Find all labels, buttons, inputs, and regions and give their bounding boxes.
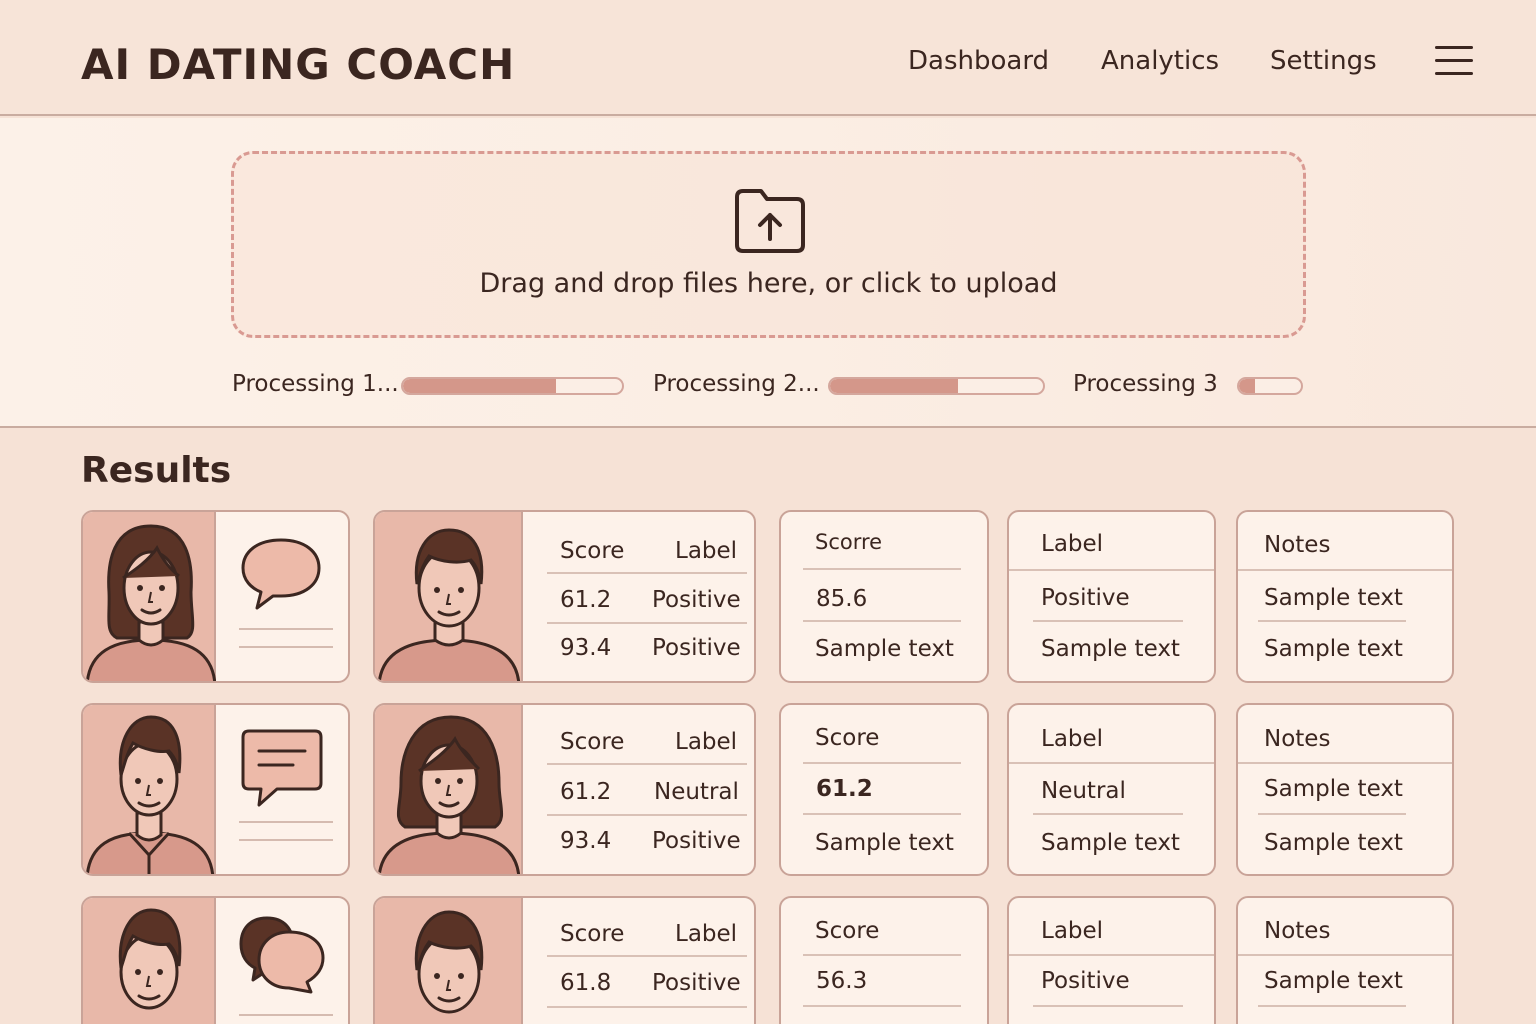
notes-card[interactable]: Notes Sample text Sample text bbox=[1236, 510, 1454, 683]
table-header-score: Score bbox=[560, 921, 625, 947]
notes-card-text: Sample text bbox=[1264, 636, 1403, 662]
app-title: AI DATING COACH bbox=[81, 40, 516, 89]
score-card-value: 61.2 bbox=[816, 776, 873, 802]
table-header-label: Label bbox=[675, 729, 738, 755]
table-cell-label: Neutral bbox=[654, 779, 739, 805]
score-card[interactable]: Scorre 85.6 Sample text bbox=[779, 510, 989, 683]
avatar bbox=[83, 898, 216, 1024]
results-title: Results bbox=[81, 450, 232, 491]
notes-card[interactable]: Notes Sample text Sample text bbox=[1236, 703, 1454, 876]
score-card-value: 85.6 bbox=[816, 586, 868, 612]
nav-settings[interactable]: Settings bbox=[1270, 46, 1377, 76]
progress-bar-2 bbox=[828, 377, 1045, 395]
progress-bar-3 bbox=[1237, 377, 1303, 395]
table-header-label: Label bbox=[675, 538, 738, 564]
label-card-value: Neutral bbox=[1041, 778, 1126, 804]
score-card-header: Scorre bbox=[815, 530, 883, 554]
speech-bubble-icon bbox=[241, 538, 321, 610]
table-cell-label: Positive bbox=[652, 587, 741, 613]
upload-dropzone[interactable]: Drag and drop files here, or click to up… bbox=[231, 151, 1306, 338]
label-card-value: Positive bbox=[1041, 968, 1130, 994]
upload-section: Drag and drop files here, or click to up… bbox=[0, 118, 1536, 428]
table-header-score: Score bbox=[560, 729, 625, 755]
notes-card-value: Sample text bbox=[1264, 968, 1403, 994]
folder-upload-icon bbox=[735, 189, 805, 253]
man-avatar-icon bbox=[414, 910, 484, 1014]
man-collar-avatar-icon bbox=[85, 715, 214, 874]
progress-label-3: Processing 3 bbox=[1073, 371, 1218, 397]
table-header-score: Score bbox=[560, 538, 625, 564]
notes-card-header: Notes bbox=[1264, 726, 1331, 752]
label-card-text: Sample text bbox=[1041, 830, 1180, 856]
table-cell-label: Positive bbox=[652, 635, 741, 661]
progress-fill-1 bbox=[403, 379, 557, 393]
result-score-table-card[interactable]: Score Label 61.2 Neutral 93.4 Positive bbox=[373, 703, 756, 876]
table-cell-score: 93.4 bbox=[560, 828, 612, 854]
label-card-header: Label bbox=[1041, 918, 1104, 944]
avatar bbox=[375, 705, 523, 874]
avatar bbox=[83, 705, 216, 874]
score-card[interactable]: Score 61.2 Sample text bbox=[779, 703, 989, 876]
notes-card-value: Sample text bbox=[1264, 776, 1403, 802]
label-card[interactable]: Label Positive Sample text bbox=[1007, 510, 1216, 683]
label-card-header: Label bbox=[1041, 726, 1104, 752]
score-card-header: Score bbox=[815, 918, 880, 944]
result-score-table-card[interactable]: Score Label 61.8 Positive bbox=[373, 896, 756, 1024]
notes-card[interactable]: Notes Sample text bbox=[1236, 896, 1454, 1024]
table-header-label: Label bbox=[675, 921, 738, 947]
notes-card-header: Notes bbox=[1264, 532, 1331, 558]
progress-fill-3 bbox=[1239, 379, 1255, 393]
nav-dashboard[interactable]: Dashboard bbox=[908, 46, 1049, 76]
man-avatar-icon bbox=[378, 528, 520, 681]
avatar bbox=[83, 512, 216, 681]
woman-avatar-icon bbox=[86, 524, 216, 681]
progress-bar-1 bbox=[401, 377, 624, 395]
table-cell-score: 61.2 bbox=[560, 587, 612, 613]
label-card-value: Positive bbox=[1041, 585, 1130, 611]
result-profile-card[interactable] bbox=[81, 510, 350, 683]
table-cell-score: 93.4 bbox=[560, 635, 612, 661]
table-cell-score: 61.2 bbox=[560, 779, 612, 805]
avatar bbox=[375, 512, 523, 681]
label-card-header: Label bbox=[1041, 531, 1104, 557]
notes-card-value: Sample text bbox=[1264, 585, 1403, 611]
progress-fill-2 bbox=[830, 379, 958, 393]
double-bubble-icon bbox=[239, 916, 325, 994]
score-card-text: Sample text bbox=[815, 830, 954, 856]
result-profile-card[interactable] bbox=[81, 703, 350, 876]
progress-label-2: Processing 2... bbox=[653, 371, 820, 397]
table-cell-label: Positive bbox=[652, 970, 741, 996]
label-card-text: Sample text bbox=[1041, 636, 1180, 662]
score-card-value: 56.3 bbox=[816, 968, 868, 994]
nav-analytics[interactable]: Analytics bbox=[1101, 46, 1219, 76]
label-card[interactable]: Label Positive bbox=[1007, 896, 1216, 1024]
label-card[interactable]: Label Neutral Sample text bbox=[1007, 703, 1216, 876]
notes-card-text: Sample text bbox=[1264, 830, 1403, 856]
result-profile-card[interactable] bbox=[81, 896, 350, 1024]
notes-card-header: Notes bbox=[1264, 918, 1331, 944]
score-card-header: Score bbox=[815, 725, 880, 751]
avatar bbox=[375, 898, 523, 1024]
result-score-table-card[interactable]: Score Label 61.2 Positive 93.4 Positive bbox=[373, 510, 756, 683]
woman-avatar-icon bbox=[378, 715, 520, 874]
table-cell-label: Positive bbox=[652, 828, 741, 854]
dropzone-text: Drag and drop files here, or click to up… bbox=[479, 268, 1058, 299]
score-card[interactable]: Score 56.3 bbox=[779, 896, 989, 1024]
score-card-text: Sample text bbox=[815, 636, 954, 662]
top-header: AI DATING COACH Dashboard Analytics Sett… bbox=[0, 0, 1536, 116]
message-bubble-icon bbox=[241, 729, 323, 807]
man-avatar-icon bbox=[118, 908, 182, 1010]
hamburger-menu-icon[interactable] bbox=[1435, 46, 1473, 76]
table-cell-score: 61.8 bbox=[560, 970, 612, 996]
progress-label-1: Processing 1... bbox=[232, 371, 399, 397]
